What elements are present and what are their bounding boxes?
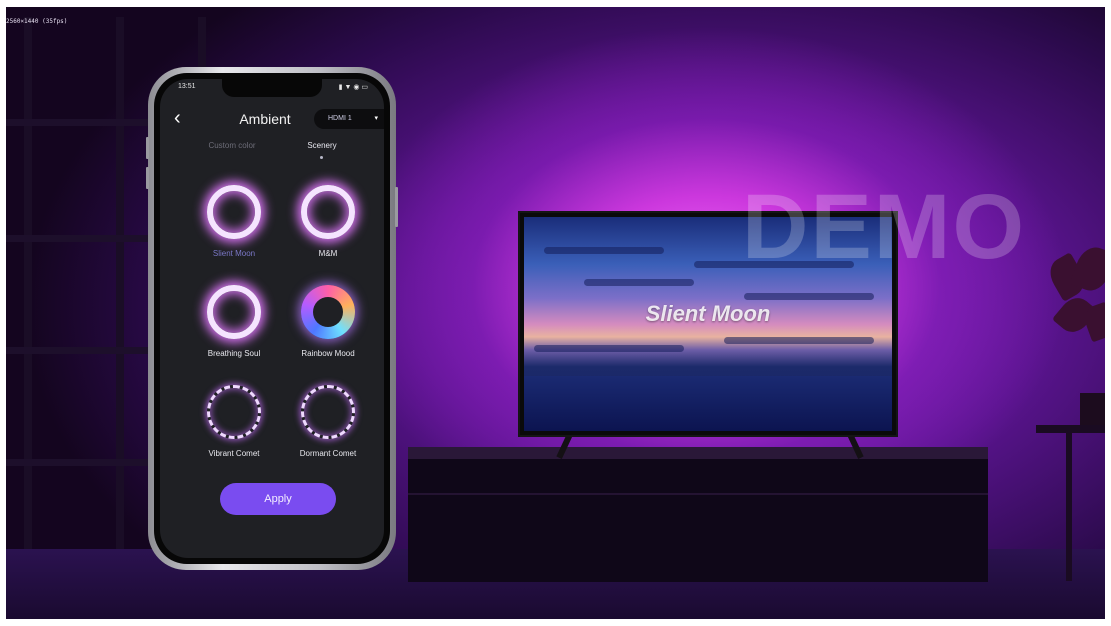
scene-vibrant-comet[interactable]: Vibrant Comet [194, 385, 274, 475]
phone-volume-button-2 [146, 167, 149, 189]
scene-rainbow-mood[interactable]: Rainbow Mood [288, 285, 368, 375]
apply-button[interactable]: Apply [220, 483, 336, 515]
scene-slient-moon[interactable]: Slient Moon [194, 185, 274, 275]
phone-mockup: 13:51 ▮ ▼ ◉ ▭ ‹ Ambient HDMI 1 ▾ Custom … [146, 67, 398, 570]
scene-label: Slient Moon [212, 249, 256, 258]
scene-label: Rainbow Mood [301, 349, 355, 358]
ring-glow-icon [301, 185, 355, 239]
tab-custom-color[interactable]: Custom color [182, 141, 282, 150]
mode-tabs: Custom color Scenery [160, 141, 384, 165]
phone-volume-button [146, 137, 149, 159]
scene-label: M&M [318, 249, 338, 258]
comet-ring-icon [301, 385, 355, 439]
scene-label: Breathing Soul [207, 349, 261, 358]
source-selector[interactable]: HDMI 1 ▾ [314, 109, 384, 129]
status-time: 13:51 [178, 83, 196, 90]
phone-power-button [395, 187, 398, 227]
ring-glow-icon [207, 285, 261, 339]
plant-silhouette [1044, 242, 1105, 367]
scene-breathing-soul[interactable]: Breathing Soul [194, 285, 274, 375]
plant-pot [1080, 393, 1105, 427]
active-tab-indicator [320, 156, 323, 159]
comet-ring-icon [207, 385, 261, 439]
scene-label: Vibrant Comet [208, 449, 260, 458]
tab-scenery[interactable]: Scenery [272, 141, 372, 150]
source-selector-label: HDMI 1 [328, 115, 352, 122]
ring-glow-icon [207, 185, 261, 239]
chevron-down-icon: ▾ [374, 115, 378, 122]
tv-scene-title: Slient Moon [645, 301, 771, 326]
tv-sea [524, 376, 892, 431]
tv-cabinet [408, 447, 988, 582]
scene-m-and-m[interactable]: M&M [288, 185, 368, 275]
rainbow-ring-icon [301, 285, 355, 339]
side-table-leg [1066, 431, 1072, 581]
resolution-label: 2560×1440 (35fps) [6, 18, 68, 25]
status-icons: ▮ ▼ ◉ ▭ [338, 84, 368, 91]
scene-dormant-comet[interactable]: Dormant Comet [288, 385, 368, 475]
demo-watermark: DEMO [742, 176, 1026, 278]
app-header: ‹ Ambient HDMI 1 ▾ [160, 105, 384, 133]
app-screen: 13:51 ▮ ▼ ◉ ▭ ‹ Ambient HDMI 1 ▾ Custom … [160, 79, 384, 558]
scene-label: Dormant Comet [299, 449, 357, 458]
status-bar: 13:51 ▮ ▼ ◉ ▭ [178, 83, 368, 95]
